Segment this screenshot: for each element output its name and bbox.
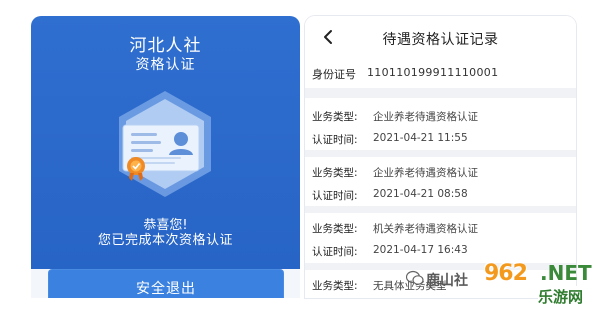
id-number-value: 110110199911110001 — [367, 66, 499, 79]
business-type-value: 机关养老待遇资格认证 — [373, 223, 478, 235]
auth-time-value: 2021-04-17 16:43 — [373, 244, 468, 256]
auth-time-label: 认证时间: — [312, 134, 358, 146]
completed-message: 您已完成本次资格认证 — [97, 233, 233, 248]
wechat-icon — [406, 270, 424, 285]
auth-time-label: 认证时间: — [312, 246, 358, 258]
business-type-value: 企业养老待遇资格认证 — [373, 111, 478, 123]
app-title: 河北人社 — [129, 36, 202, 56]
section-gap — [305, 88, 576, 98]
id-number-label: 身份证号 — [312, 68, 356, 81]
certificate-illustration — [115, 89, 215, 203]
auth-time-value: 2021-04-21 11:55 — [373, 132, 468, 144]
watermark-chinese-name: 乐游网 — [538, 286, 584, 307]
business-type-value: 企业养老待遇资格认证 — [373, 167, 478, 179]
auth-time-label: 认证时间: — [312, 190, 358, 202]
watermark-logo: 鹿山社 962 .NET 乐游网 — [402, 256, 602, 311]
watermark-number: 962 — [484, 261, 528, 286]
business-type-label: 业务类型: — [312, 167, 358, 179]
record-item[interactable]: 业务类型: 企业养老待遇资格认证 认证时间: 2021-04-21 11:55 — [305, 102, 576, 150]
watermark-suffix: .NET — [540, 261, 592, 285]
business-type-label: 业务类型: — [312, 223, 358, 235]
auth-time-value: 2021-04-21 08:58 — [373, 188, 468, 200]
record-item[interactable]: 业务类型: 企业养老待遇资格认证 认证时间: 2021-04-21 08:58 — [305, 159, 576, 207]
page-subtitle: 资格认证 — [135, 57, 196, 73]
business-type-label: 业务类型: — [312, 111, 358, 123]
top-navigation-bar: 待遇资格认证记录 — [305, 16, 576, 60]
watermark-site-name: 鹿山社 — [426, 273, 468, 289]
record-divider — [305, 150, 576, 157]
id-number-row: 身份证号 110110199911110001 — [305, 62, 576, 88]
certification-success-screen: 河北人社 资格认证 恭喜您! 您已完成本次资格认证 安全退出 — [31, 16, 300, 298]
page-title: 待遇资格认证记录 — [382, 32, 499, 48]
record-divider — [305, 206, 576, 213]
business-type-label: 业务类型: — [312, 280, 358, 292]
safe-exit-button[interactable]: 安全退出 — [48, 269, 284, 298]
